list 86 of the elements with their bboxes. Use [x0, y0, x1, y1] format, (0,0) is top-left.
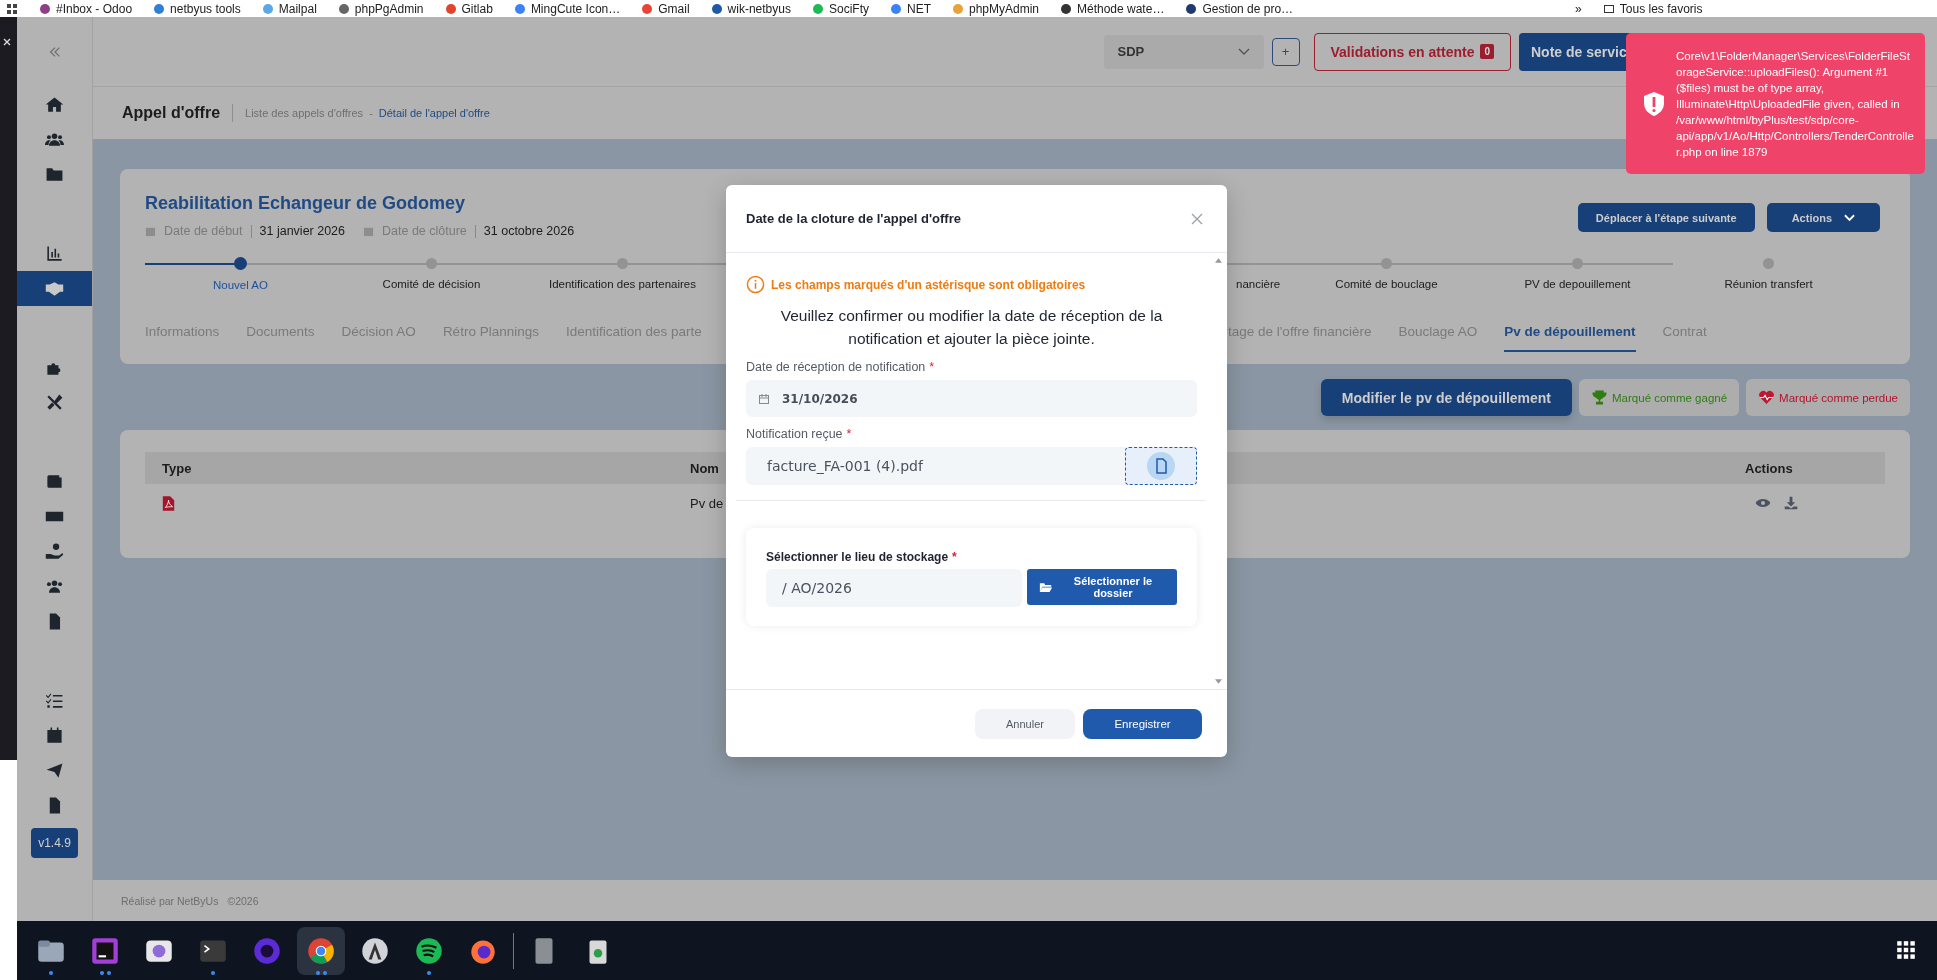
date-field[interactable]: 31/10/2026	[746, 380, 1197, 417]
checklist-icon	[45, 691, 64, 710]
error-message: Core\v1\FolderManager\Services\FolderFileStorageService::uploadFiles(): Argument #1 ($files) must be of type array, Illuminate\Http\UploadedFile given, called in /var/www/html/byPlus/test/sdp/core-api/app/v1/Ao/Http/Controllers/TenderController.php on line 1879	[1676, 48, 1915, 160]
all-bookmarks[interactable]: Tous les favoris	[1603, 1, 1703, 16]
sidebar-item[interactable]	[17, 271, 92, 306]
download-icon[interactable]	[1783, 496, 1799, 510]
add-button[interactable]: +	[1271, 37, 1300, 66]
next-step-button[interactable]: Déplacer à l'étape suivante	[1577, 203, 1755, 232]
path-field[interactable]: / AO/2026	[766, 569, 1022, 607]
breadcrumb-link[interactable]: Détail de l'appel d'offre	[378, 107, 490, 119]
eye-icon[interactable]	[1755, 496, 1771, 510]
heart-pulse-icon	[1758, 389, 1776, 406]
version-badge: v1.4.9	[31, 828, 78, 858]
pending-validations-button[interactable]: Validations en attente 0	[1313, 32, 1511, 71]
breadcrumb-separator: -	[369, 107, 373, 119]
required-mark: *	[952, 550, 957, 564]
step-label: nancière	[1235, 278, 1281, 290]
column-header: Nom	[690, 460, 719, 476]
column-header: Actions	[1745, 460, 1793, 476]
tender-title: Reabilitation Echangeur de Godomey	[145, 192, 467, 215]
required-mark: *	[846, 427, 852, 441]
save-button[interactable]: Enregistrer	[1083, 708, 1202, 739]
required-fields-notice: Les champs marqués d'un astérisque sont obligatoires	[771, 277, 1086, 292]
bookmark[interactable]: wik-netbyus	[711, 1, 791, 16]
field-label: Date de réception de notification	[746, 360, 926, 374]
table-cell: Pv de	[690, 495, 724, 511]
bookmark[interactable]: Méthode wate…	[1061, 1, 1165, 16]
info-icon	[746, 275, 765, 294]
bar-chart-icon	[45, 244, 64, 263]
scroll-down-icon[interactable]	[1215, 679, 1222, 684]
edit-report-button[interactable]: Modifier le pv de dépouillement	[1320, 379, 1573, 416]
step-label: Comité de décision	[382, 278, 481, 290]
shield-alert-icon	[1642, 90, 1666, 117]
tab[interactable]: Pv de dépouillement	[1504, 312, 1636, 352]
step-label: Réunion transfert	[1724, 278, 1813, 290]
step-label: Nouvel AO	[213, 279, 268, 291]
step-label: Comité de bouclage	[1335, 278, 1438, 290]
taskbar-app[interactable]	[297, 926, 345, 975]
bookmark[interactable]: Mailpal	[262, 1, 317, 16]
field-label: Sélectionner le lieu de stockage	[766, 550, 949, 564]
apps-icon[interactable]	[6, 2, 18, 15]
bookmark[interactable]: #Inbox - Odoo	[40, 1, 133, 16]
send-icon	[45, 761, 64, 780]
dialog-title: Date de la cloture de l'appel d'offre	[746, 211, 961, 226]
bookmark[interactable]: Gmail	[642, 1, 690, 16]
footer-year: ©2026	[227, 894, 259, 907]
file-field[interactable]: facture_FA-001 (4).pdf	[746, 447, 1125, 485]
date-value: 31 janvier 2026	[259, 224, 346, 238]
wallet-icon	[45, 472, 64, 491]
trophy-icon	[1591, 389, 1609, 406]
handshake-icon	[45, 279, 64, 298]
step-label: PV de depouillement	[1524, 278, 1631, 290]
chevron-down-icon	[1844, 213, 1855, 222]
cancel-button[interactable]: Annuler	[975, 708, 1075, 739]
bookmark[interactable]: MingCute Icon…	[514, 1, 621, 16]
required-mark: *	[929, 360, 935, 374]
chevron-down-icon	[1237, 47, 1250, 56]
date-label: Date de clôture	[382, 224, 467, 238]
file-icon	[1147, 452, 1175, 480]
date-value: 31 octobre 2026	[483, 224, 575, 238]
tools-icon	[45, 393, 64, 412]
select-folder-button[interactable]: Sélectionner le dossier	[1027, 569, 1177, 605]
pdf-icon	[162, 494, 175, 512]
instructions: Veuillez confirmer ou modifier la date de réception de la notification et ajouter la pièce jointe.	[779, 306, 1164, 349]
bookmark[interactable]: netbyus tools	[154, 1, 241, 16]
footer-credit: Réalisé par NetByUs	[121, 894, 219, 907]
home-icon	[45, 95, 64, 114]
bookmark[interactable]: SociFty	[812, 1, 869, 16]
page-title: Appel d'offre	[122, 104, 221, 122]
bookmark[interactable]: phpMyAdmin	[952, 1, 1039, 16]
bookmark[interactable]: phpPgAdmin	[338, 1, 424, 16]
count-badge: 0	[1480, 44, 1494, 59]
bookmark[interactable]: Gitlab	[445, 1, 493, 16]
field-label: Notification reçue	[746, 427, 843, 441]
column-header: Type	[161, 460, 192, 476]
step-label: Identification des partenaires	[548, 278, 696, 290]
app-grid-icon[interactable]	[1895, 939, 1917, 961]
hand-coin-icon	[45, 542, 64, 561]
bookmark[interactable]: NET	[890, 1, 931, 16]
bookmark[interactable]: Gestion de pro…	[1186, 1, 1294, 16]
date-value: 31/10/2026	[782, 391, 858, 406]
date-label: Date de début	[164, 224, 243, 238]
project-select[interactable]: SDP	[1103, 34, 1264, 69]
more-bookmarks[interactable]: »	[1575, 1, 1582, 16]
actions-button[interactable]: Actions	[1766, 203, 1880, 232]
attach-file-button[interactable]	[1125, 447, 1197, 485]
